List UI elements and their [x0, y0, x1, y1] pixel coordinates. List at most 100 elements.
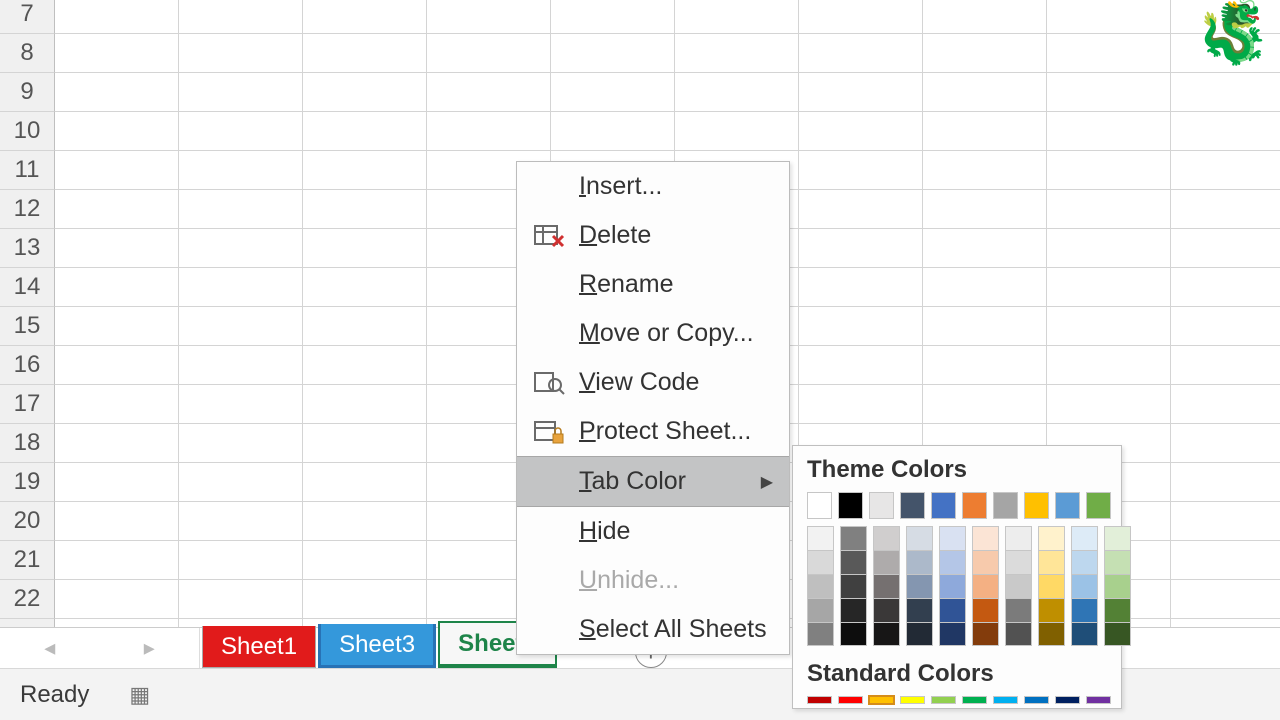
color-swatch[interactable]: [869, 696, 894, 704]
row-header[interactable]: 18: [0, 424, 55, 463]
cell[interactable]: [551, 73, 675, 112]
color-swatch[interactable]: [962, 492, 987, 519]
cell[interactable]: [179, 112, 303, 151]
color-swatch[interactable]: [807, 550, 834, 574]
cell[interactable]: [1171, 73, 1280, 112]
color-swatch[interactable]: [931, 492, 956, 519]
color-swatch[interactable]: [972, 526, 999, 550]
cell[interactable]: [179, 34, 303, 73]
color-swatch[interactable]: [1005, 574, 1032, 598]
cell[interactable]: [1047, 0, 1171, 34]
color-swatch[interactable]: [873, 622, 900, 646]
color-swatch[interactable]: [1038, 574, 1065, 598]
color-swatch[interactable]: [906, 598, 933, 622]
row-header[interactable]: 9: [0, 73, 55, 112]
cell[interactable]: [179, 580, 303, 619]
cell[interactable]: [1171, 619, 1280, 627]
cell[interactable]: [179, 346, 303, 385]
cell[interactable]: [551, 112, 675, 151]
cell[interactable]: [923, 346, 1047, 385]
row-header[interactable]: 17: [0, 385, 55, 424]
color-swatch[interactable]: [1071, 550, 1098, 574]
cell[interactable]: [1171, 229, 1280, 268]
row-header[interactable]: 13: [0, 229, 55, 268]
cell[interactable]: [799, 385, 923, 424]
cell[interactable]: [1171, 541, 1280, 580]
row-header[interactable]: 23: [0, 619, 55, 627]
cell[interactable]: [179, 385, 303, 424]
cell[interactable]: [179, 268, 303, 307]
cell[interactable]: [1171, 502, 1280, 541]
color-swatch[interactable]: [1071, 622, 1098, 646]
cell[interactable]: [303, 580, 427, 619]
color-swatch[interactable]: [1104, 550, 1131, 574]
cell[interactable]: [179, 229, 303, 268]
ctx-rename[interactable]: Rename: [517, 260, 789, 309]
cell[interactable]: [675, 73, 799, 112]
color-swatch[interactable]: [840, 622, 867, 646]
cell[interactable]: [923, 151, 1047, 190]
sheet-tab-sheet1[interactable]: Sheet1: [202, 626, 316, 668]
cell[interactable]: [675, 112, 799, 151]
color-swatch[interactable]: [838, 492, 863, 519]
cell[interactable]: [303, 229, 427, 268]
cell[interactable]: [303, 463, 427, 502]
tab-scroll-left-icon[interactable]: ◂: [44, 635, 55, 661]
cell[interactable]: [303, 190, 427, 229]
cell[interactable]: [1047, 151, 1171, 190]
cell[interactable]: [923, 112, 1047, 151]
color-swatch[interactable]: [1005, 526, 1032, 550]
cell[interactable]: [1047, 34, 1171, 73]
row-header[interactable]: 14: [0, 268, 55, 307]
cell[interactable]: [55, 580, 179, 619]
cell[interactable]: [1171, 151, 1280, 190]
row-header[interactable]: 11: [0, 151, 55, 190]
ctx-select-all-sheets[interactable]: Select All Sheets: [517, 605, 789, 654]
cell[interactable]: [303, 0, 427, 34]
color-swatch[interactable]: [838, 696, 863, 704]
row-header[interactable]: 15: [0, 307, 55, 346]
cell[interactable]: [923, 34, 1047, 73]
color-swatch[interactable]: [1055, 696, 1080, 704]
cell[interactable]: [179, 463, 303, 502]
cell[interactable]: [179, 541, 303, 580]
cell[interactable]: [1171, 190, 1280, 229]
cell[interactable]: [427, 73, 551, 112]
row-header[interactable]: 8: [0, 34, 55, 73]
cell[interactable]: [923, 229, 1047, 268]
cell[interactable]: [55, 268, 179, 307]
color-swatch[interactable]: [900, 696, 925, 704]
cell[interactable]: [55, 502, 179, 541]
cell[interactable]: [303, 502, 427, 541]
cell[interactable]: [55, 0, 179, 34]
color-swatch[interactable]: [869, 492, 894, 519]
color-swatch[interactable]: [906, 574, 933, 598]
color-swatch[interactable]: [840, 526, 867, 550]
cell[interactable]: [179, 424, 303, 463]
cell[interactable]: [303, 34, 427, 73]
cell[interactable]: [427, 112, 551, 151]
cell[interactable]: [303, 385, 427, 424]
color-swatch[interactable]: [807, 622, 834, 646]
cell[interactable]: [1171, 580, 1280, 619]
color-swatch[interactable]: [931, 696, 956, 704]
ctx-delete[interactable]: Delete: [517, 211, 789, 260]
color-swatch[interactable]: [1005, 622, 1032, 646]
cell[interactable]: [55, 346, 179, 385]
cell[interactable]: [1047, 229, 1171, 268]
cell[interactable]: [1171, 112, 1280, 151]
ctx-hide[interactable]: Hide: [517, 507, 789, 556]
color-swatch[interactable]: [1104, 622, 1131, 646]
color-swatch[interactable]: [906, 622, 933, 646]
cell[interactable]: [55, 619, 179, 627]
cell[interactable]: [1171, 268, 1280, 307]
cell[interactable]: [55, 424, 179, 463]
cell[interactable]: [799, 346, 923, 385]
color-swatch[interactable]: [972, 550, 999, 574]
color-swatch[interactable]: [1104, 598, 1131, 622]
cell[interactable]: [427, 34, 551, 73]
color-swatch[interactable]: [1038, 598, 1065, 622]
cell[interactable]: [923, 385, 1047, 424]
cell[interactable]: [799, 307, 923, 346]
ctx-insert[interactable]: Insert...: [517, 162, 789, 211]
